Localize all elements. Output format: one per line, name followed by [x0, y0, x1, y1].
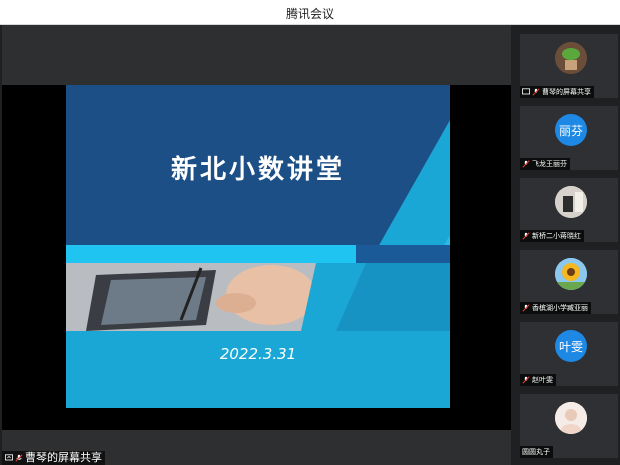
main-video-area[interactable]: 新北小数讲堂 2022.3.31 曹琴的屏幕共享 — [2, 25, 511, 465]
participant-tile[interactable]: 曹琴的屏幕共享 — [520, 34, 618, 98]
participant-nameplate: 新桥二小蒋晓红 — [520, 230, 584, 242]
participant-tile[interactable]: 圆圆丸子 — [520, 394, 618, 458]
person-photo-icon — [555, 402, 587, 434]
shared-screen: 新北小数讲堂 2022.3.31 — [2, 85, 511, 430]
title-bar: 腾讯会议 — [0, 0, 620, 25]
slide-date: 2022.3.31 — [219, 345, 297, 363]
participant-avatar: 叶雯 — [555, 330, 587, 362]
participant-avatar: 丽芬 — [555, 114, 587, 146]
avatar-initials: 丽芬 — [558, 123, 583, 138]
top-band — [2, 25, 511, 85]
participant-avatar — [555, 186, 587, 218]
participant-nameplate: 圆圆丸子 — [520, 446, 553, 458]
participant-name: 飞龙王丽芬 — [532, 160, 567, 168]
participant-tile[interactable]: 丽芬 飞龙王丽芬 — [520, 106, 618, 170]
participant-nameplate: 赵叶雯 — [520, 374, 556, 386]
participant-panel: 曹琴的屏幕共享 丽芬 飞龙王丽芬 新桥二小蒋晓红 香槟湖小学臧亚丽 叶雯 赵叶雯… — [515, 25, 620, 465]
participant-tile[interactable]: 新桥二小蒋晓红 — [520, 178, 618, 242]
screen-share-icon — [5, 454, 13, 461]
participant-avatar — [555, 258, 587, 290]
mic-muted-icon — [522, 304, 530, 312]
sunflower-photo-icon — [555, 258, 587, 290]
slide-title: 新北小数讲堂 — [170, 155, 345, 185]
presentation-slide: 新北小数讲堂 2022.3.31 — [66, 85, 450, 408]
participant-name: 香槟湖小学臧亚丽 — [532, 304, 588, 312]
mic-muted-icon — [522, 232, 530, 240]
participant-nameplate: 香槟湖小学臧亚丽 — [520, 302, 591, 314]
participant-name: 赵叶雯 — [532, 376, 553, 384]
avatar-initials: 叶雯 — [558, 339, 583, 354]
participant-avatar — [555, 402, 587, 434]
screen-share-icon — [522, 88, 530, 95]
participant-name: 新桥二小蒋晓红 — [532, 232, 581, 240]
participant-avatar — [555, 42, 587, 74]
screen-share-label: 曹琴的屏幕共享 — [2, 451, 105, 465]
window-title: 腾讯会议 — [285, 7, 334, 21]
participant-tile[interactable]: 叶雯 赵叶雯 — [520, 322, 618, 386]
participant-nameplate: 曹琴的屏幕共享 — [520, 86, 594, 98]
screen-share-label-text: 曹琴的屏幕共享 — [25, 451, 102, 464]
mic-muted-icon — [522, 376, 530, 384]
mic-muted-icon — [522, 160, 530, 168]
participant-name: 圆圆丸子 — [522, 448, 550, 456]
mic-muted-icon — [15, 454, 23, 462]
participant-tile[interactable]: 香槟湖小学臧亚丽 — [520, 250, 618, 314]
participant-nameplate: 飞龙王丽芬 — [520, 158, 570, 170]
room-photo-icon — [555, 186, 587, 218]
participant-name: 曹琴的屏幕共享 — [542, 88, 591, 96]
mic-muted-icon — [532, 88, 540, 96]
plant-photo-icon — [555, 42, 587, 74]
